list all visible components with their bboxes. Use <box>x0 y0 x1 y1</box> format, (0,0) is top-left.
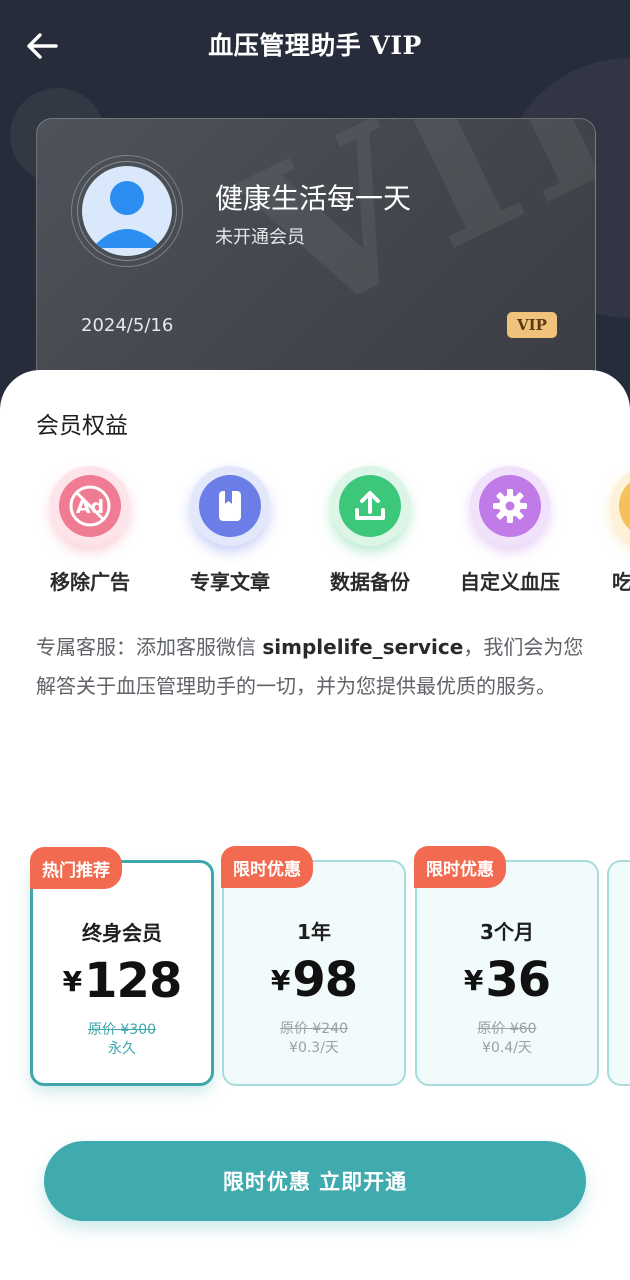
price-amount: 36 <box>485 952 551 1008</box>
benefit-label: 数据备份 <box>330 570 410 594</box>
user-avatar-icon <box>92 181 162 248</box>
header-area: 血压管理助手 VIP VIP 健康生活每一天 未开通会员 2024/5/16 V… <box>0 0 630 420</box>
plan-price: ¥36 <box>417 952 597 1008</box>
plan-price: ¥128 <box>33 953 211 1009</box>
user-name: 健康生活每一天 <box>215 182 412 215</box>
membership-status: 未开通会员 <box>215 227 305 248</box>
member-card: VIP 健康生活每一天 未开通会员 2024/5/16 VIP <box>36 118 596 388</box>
content-panel: 会员权益 Ad 移除广告 专享文章 <box>0 370 630 1280</box>
benefit-icon-wrap <box>470 466 550 546</box>
benefit-icon-wrap <box>330 466 410 546</box>
benefit-label: 移除广告 <box>50 570 130 594</box>
benefit-item-remove-ads[interactable]: Ad 移除广告 <box>20 466 160 606</box>
benefit-item-custom-bp[interactable]: 自定义血压 <box>440 466 580 606</box>
original-price: 原价 ¥300 <box>87 1022 157 1038</box>
service-description: 专属客服：添加客服微信 simplelife_service，我们会为您解答关于… <box>36 628 596 706</box>
currency-symbol: ¥ <box>270 964 291 997</box>
plan-tag: 限时优惠 <box>221 846 313 888</box>
page-title-vip: VIP <box>370 31 422 60</box>
benefit-label: 专享文章 <box>190 570 270 594</box>
original-price: 原价 ¥240 <box>279 1021 349 1037</box>
plan-note: 永久 <box>108 1041 136 1057</box>
plan-price: ¥98 <box>224 952 404 1008</box>
plan-card-lifetime[interactable]: 热门推荐 终身会员 ¥128 原价 ¥300 永久 <box>30 847 214 1086</box>
currency-symbol: ¥ <box>62 965 83 998</box>
price-amount: 98 <box>292 952 358 1008</box>
benefit-icon-wrap <box>190 466 270 546</box>
plan-tag: 热门推荐 <box>30 847 122 889</box>
service-wechat-id[interactable]: simplelife_service <box>262 635 463 659</box>
no-ads-icon: Ad <box>69 485 111 527</box>
plan-name: 终身会员 <box>82 921 162 945</box>
subscribe-button[interactable]: 限时优惠 立即开通 <box>44 1141 586 1221</box>
article-icon <box>219 491 241 521</box>
card-date: 2024/5/16 <box>81 315 174 336</box>
benefit-label: 吃 <box>612 570 630 594</box>
benefit-icon-wrap <box>610 466 630 546</box>
benefit-icon-wrap: Ad <box>50 466 130 546</box>
plan-card-partial[interactable] <box>607 860 630 1086</box>
price-amount: 128 <box>84 953 182 1009</box>
benefit-item-backup[interactable]: 数据备份 <box>300 466 440 606</box>
plan-card-3-months[interactable]: 限时优惠 3个月 ¥36 原价 ¥60 ¥0.4/天 <box>414 846 599 1086</box>
plan-tag: 限时优惠 <box>414 846 506 888</box>
service-prefix: 专属客服：添加客服微信 <box>36 635 263 659</box>
upload-icon <box>355 491 385 520</box>
benefit-item-partial[interactable]: 吃 <box>580 466 630 606</box>
benefit-label: 自定义血压 <box>460 570 560 594</box>
page-title: 血压管理助手 VIP <box>0 26 630 62</box>
plan-card-1-year[interactable]: 限时优惠 1年 ¥98 原价 ¥240 ¥0.3/天 <box>221 846 406 1086</box>
benefit-item-articles[interactable]: 专享文章 <box>160 466 300 606</box>
avatar[interactable] <box>82 166 172 256</box>
page-title-text: 血压管理助手 <box>208 31 362 60</box>
nav-bar: 血压管理助手 VIP <box>0 0 630 90</box>
benefits-title: 会员权益 <box>36 413 128 439</box>
plan-name: 3个月 <box>480 920 534 944</box>
original-price: 原价 ¥60 <box>477 1021 537 1037</box>
plan-note: ¥0.3/天 <box>289 1040 339 1056</box>
plan-name: 1年 <box>297 920 331 944</box>
currency-symbol: ¥ <box>463 964 484 997</box>
plan-note: ¥0.4/天 <box>482 1040 532 1056</box>
vip-badge: VIP <box>507 312 557 338</box>
gear-icon <box>493 489 527 523</box>
